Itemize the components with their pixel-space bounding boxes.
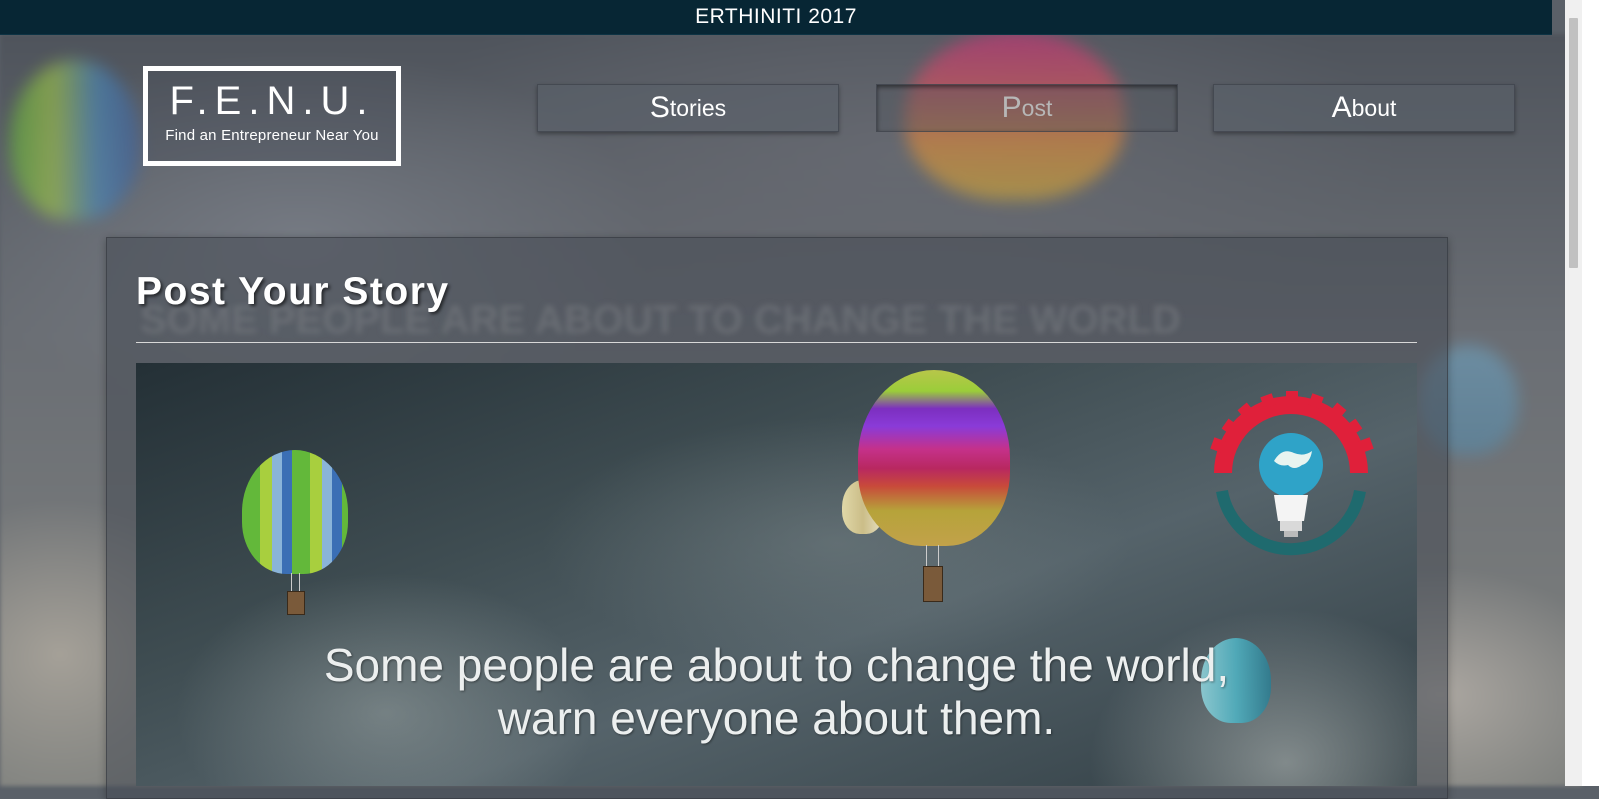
nav-about-initial: A bbox=[1331, 91, 1352, 124]
balloon-rope bbox=[926, 545, 927, 567]
scrollbar-thumb[interactable] bbox=[1569, 18, 1578, 268]
site-logo[interactable]: F.E.N.U. Find an Entrepreneur Near You bbox=[143, 66, 401, 166]
nav-post-button[interactable]: Post bbox=[876, 84, 1178, 132]
gear-lightbulb-badge-icon bbox=[1210, 391, 1374, 556]
balloon-rope bbox=[291, 573, 292, 593]
nav-post-initial: P bbox=[1001, 91, 1022, 124]
title-divider bbox=[136, 342, 1417, 343]
background-balloon bbox=[10, 60, 140, 220]
nav-stories-label: tories bbox=[669, 94, 727, 121]
logo-mark: F.E.N.U. bbox=[169, 79, 375, 123]
balloon-basket bbox=[287, 591, 305, 615]
page-title: Post Your Story bbox=[136, 270, 450, 313]
nav-about-label: bout bbox=[1351, 94, 1397, 121]
hot-air-balloon-icon bbox=[242, 450, 348, 574]
hero-image: Some people are about to change the worl… bbox=[136, 363, 1417, 786]
nav-about-button[interactable]: About bbox=[1213, 84, 1515, 132]
top-banner: ERTHINITI 2017 bbox=[0, 0, 1552, 35]
vertical-scrollbar[interactable] bbox=[1565, 0, 1582, 786]
window-edge bbox=[1582, 0, 1599, 786]
hot-air-balloon-icon bbox=[858, 370, 1010, 546]
quote-line-2: warn everyone about them. bbox=[497, 692, 1056, 744]
nav-stories-button[interactable]: Stories bbox=[537, 84, 839, 132]
logo-tagline: Find an Entrepreneur Near You bbox=[165, 127, 379, 144]
balloon-basket bbox=[923, 566, 943, 602]
hero-quote: Some people are about to change the worl… bbox=[136, 639, 1417, 745]
nav-stories-initial: S bbox=[649, 91, 670, 124]
balloon-rope bbox=[938, 545, 939, 567]
quote-line-1: Some people are about to change the worl… bbox=[323, 639, 1230, 691]
nav-post-label: ost bbox=[1021, 94, 1053, 121]
balloon-rope bbox=[299, 573, 300, 593]
banner-title: ERTHINITI 2017 bbox=[695, 5, 857, 28]
